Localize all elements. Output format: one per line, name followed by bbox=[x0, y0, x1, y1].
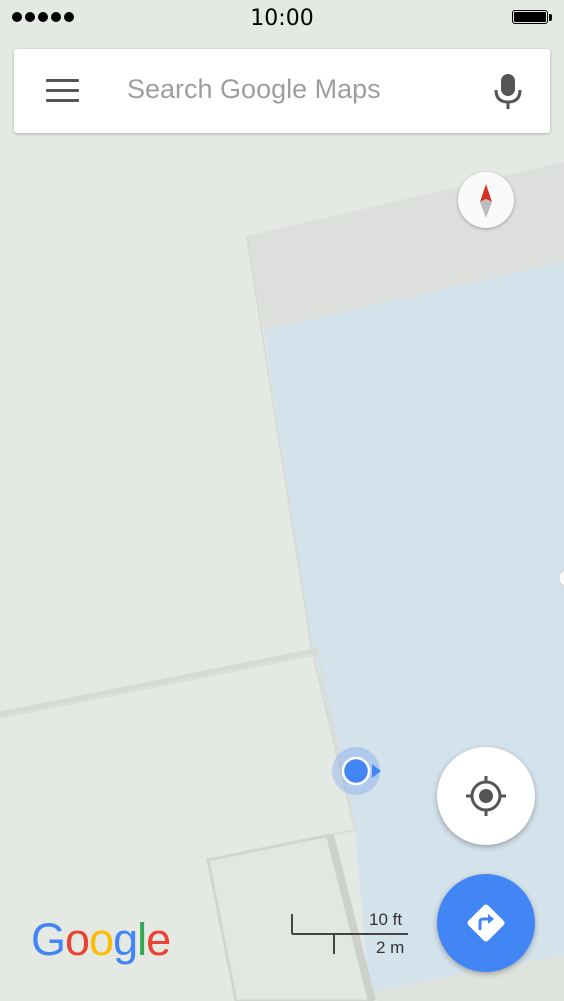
status-time: 10:00 bbox=[250, 6, 314, 31]
logo-letter: e bbox=[146, 914, 171, 965]
status-bar: 10:00 bbox=[0, 0, 564, 36]
scale-label-meters: 2 m bbox=[376, 938, 405, 957]
my-location-button[interactable] bbox=[437, 747, 535, 845]
logo-letter: g bbox=[113, 914, 138, 965]
scale-label-feet: 10 ft bbox=[369, 910, 403, 929]
directions-button[interactable] bbox=[437, 874, 535, 972]
logo-letter: G bbox=[31, 914, 66, 965]
search-input[interactable]: Search Google Maps bbox=[127, 74, 381, 105]
compass-button[interactable] bbox=[458, 172, 514, 228]
compass-icon bbox=[480, 184, 492, 218]
microphone-icon[interactable] bbox=[492, 72, 524, 112]
location-dot bbox=[341, 756, 371, 786]
logo-letter: o bbox=[65, 914, 90, 965]
hamburger-menu-icon[interactable] bbox=[46, 79, 80, 103]
google-logo: Google bbox=[31, 914, 171, 966]
map-canvas[interactable] bbox=[0, 0, 564, 1001]
logo-letter: o bbox=[89, 914, 114, 965]
directions-icon bbox=[467, 904, 505, 942]
battery-icon bbox=[512, 10, 554, 26]
logo-letter: l bbox=[137, 914, 147, 965]
my-location-icon bbox=[466, 776, 506, 816]
